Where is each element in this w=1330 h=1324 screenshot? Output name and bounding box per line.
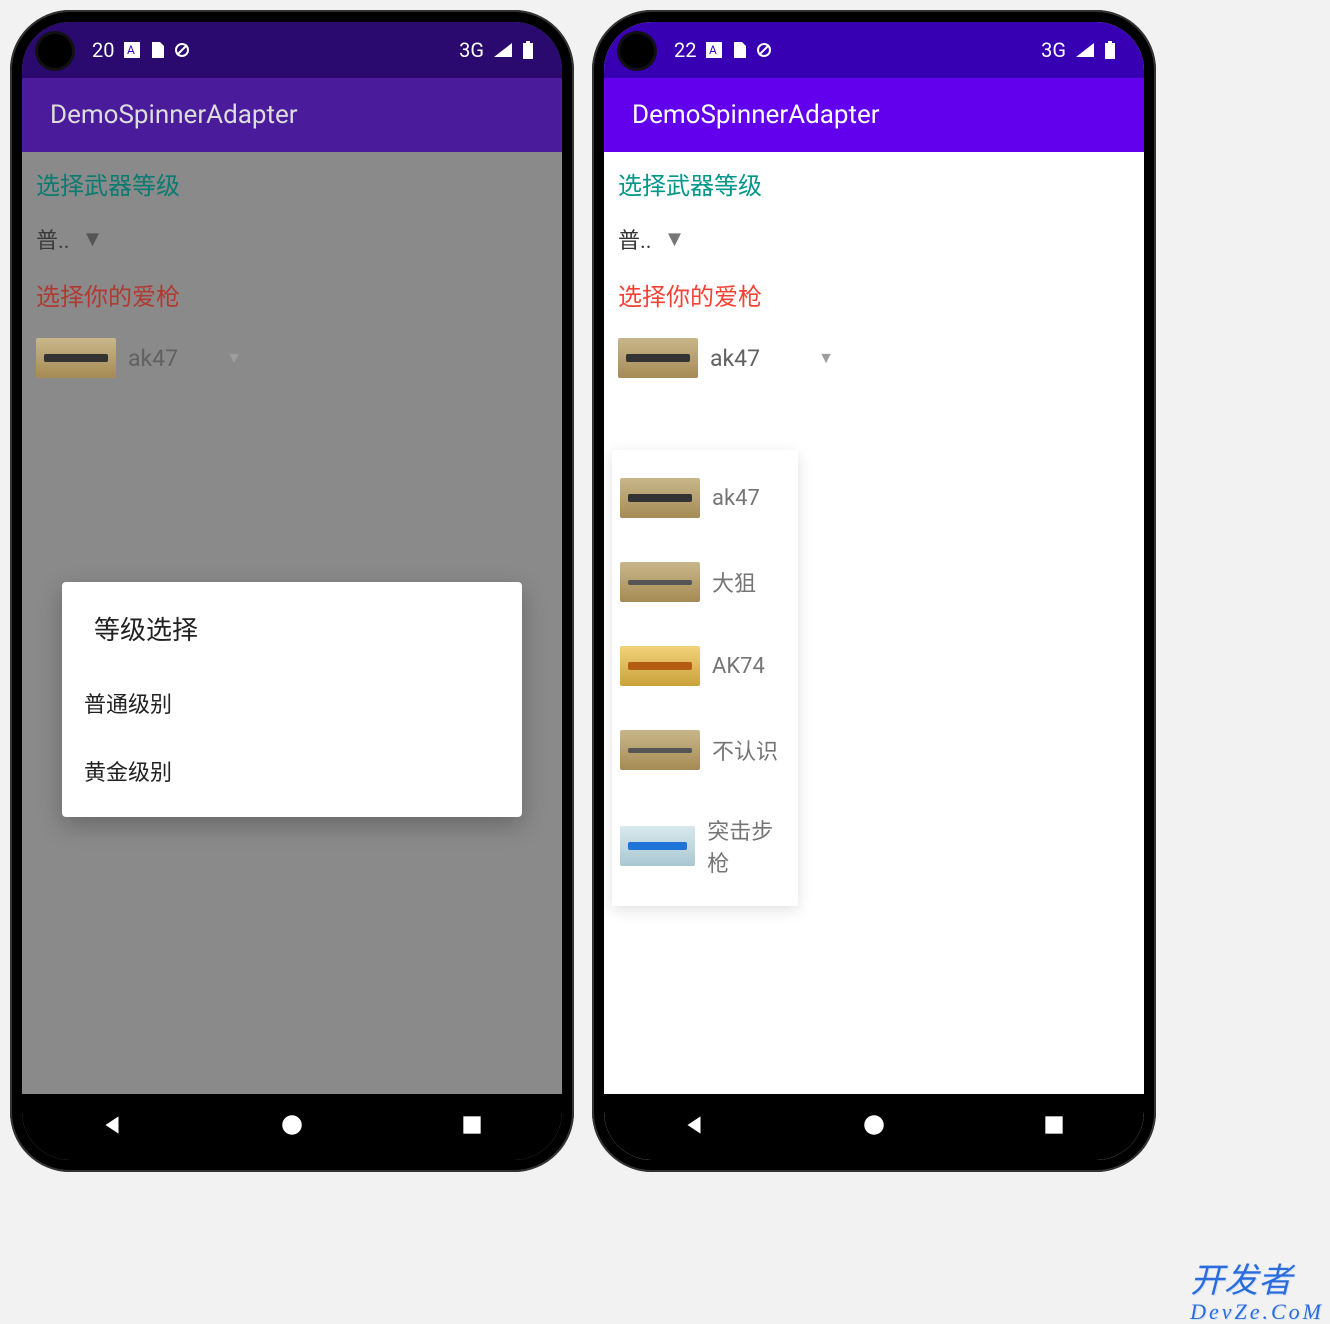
- status-bar: 22 A 3G: [604, 22, 1144, 78]
- nav-back-icon[interactable]: [681, 1112, 707, 1142]
- phone-right: 22 A 3G DemoSpinnerAdapter 选择武器等级: [592, 10, 1156, 1172]
- spinner-gun-value: ak47: [128, 345, 178, 372]
- app-title: DemoSpinnerAdapter: [50, 100, 298, 130]
- nav-recent-icon[interactable]: [1041, 1112, 1067, 1142]
- label-your-gun: 选择你的爱枪: [32, 259, 552, 330]
- nav-recent-icon[interactable]: [459, 1112, 485, 1142]
- nav-home-icon[interactable]: [279, 1112, 305, 1142]
- gun-name-label: AK74: [712, 654, 765, 679]
- signal-icon: [494, 43, 512, 57]
- android-nav-bar: [604, 1094, 1144, 1160]
- content-area: 选择武器等级 普.. ▼ 选择你的爱枪 ak47 ▼: [604, 152, 1144, 1094]
- sd-card-icon: [150, 42, 164, 58]
- label-your-gun: 选择你的爱枪: [614, 259, 1134, 330]
- gun-thumb-icon: [620, 478, 700, 518]
- phone-left: 20 A 3G DemoSpinnerAdapter 选择武器等级: [10, 10, 574, 1172]
- do-not-disturb-icon: [174, 42, 190, 58]
- status-clock: 20: [92, 38, 114, 62]
- watermark: 开发者 DevZe.CoM: [1190, 1253, 1324, 1322]
- chevron-down-icon: ▼: [818, 348, 848, 368]
- spinner-weapon-level[interactable]: 普.. ▼: [614, 219, 732, 259]
- network-label: 3G: [1041, 38, 1066, 62]
- watermark-line2: DevZe.CoM: [1190, 1302, 1324, 1322]
- dialog-level-select: 等级选择 普通级别 黄金级别: [62, 582, 522, 817]
- svg-text:A: A: [127, 43, 135, 57]
- spinner-level-value: 普..: [618, 223, 652, 255]
- dialog-title: 等级选择: [80, 606, 504, 669]
- gun-thumb-icon: [618, 338, 698, 378]
- gun-thumb-icon: [620, 826, 695, 866]
- chevron-down-icon: ▼: [82, 226, 104, 252]
- gun-thumb-icon: [620, 562, 700, 602]
- gun-name-label: ak47: [712, 486, 760, 511]
- gun-thumb-icon: [620, 646, 700, 686]
- sd-card-icon: [732, 42, 746, 58]
- chevron-down-icon: ▼: [664, 226, 686, 252]
- nav-home-icon[interactable]: [861, 1112, 887, 1142]
- content-area: 选择武器等级 普.. ▼ 选择你的爱枪 ak47 ▼ 等级选择 普通级别: [22, 152, 562, 1094]
- gun-name-label: 大狙: [712, 566, 756, 598]
- app-bar: DemoSpinnerAdapter: [22, 78, 562, 152]
- dropdown-gun-list: ak47 大狙 AK74 不认识: [612, 450, 798, 906]
- svg-text:A: A: [709, 43, 717, 57]
- spinner-gun[interactable]: ak47 ▼: [614, 330, 852, 386]
- status-icon-a: A: [124, 42, 140, 58]
- dropdown-item[interactable]: 大狙: [612, 540, 798, 624]
- battery-icon: [522, 41, 534, 59]
- gun-thumb-icon: [36, 338, 116, 378]
- status-clock: 22: [674, 38, 696, 62]
- android-nav-bar: [22, 1094, 562, 1160]
- app-bar: DemoSpinnerAdapter: [604, 78, 1144, 152]
- spinner-level-value: 普..: [36, 223, 70, 255]
- gun-name-label: 不认识: [712, 734, 778, 766]
- battery-icon: [1104, 41, 1116, 59]
- gun-thumb-icon: [620, 730, 700, 770]
- gun-name-label: 突击步枪: [707, 814, 790, 878]
- dialog-item-normal[interactable]: 普通级别: [80, 669, 504, 737]
- network-label: 3G: [459, 38, 484, 62]
- status-bar: 20 A 3G: [22, 22, 562, 78]
- dropdown-item[interactable]: ak47: [612, 456, 798, 540]
- chevron-down-icon: ▼: [226, 348, 256, 368]
- status-icon-a: A: [706, 42, 722, 58]
- dropdown-item[interactable]: AK74: [612, 624, 798, 708]
- spinner-gun-value: ak47: [710, 345, 760, 372]
- do-not-disturb-icon: [756, 42, 772, 58]
- camera-cutout: [38, 34, 72, 68]
- spinner-weapon-level[interactable]: 普.. ▼: [32, 219, 150, 259]
- spinner-gun[interactable]: ak47 ▼: [32, 330, 260, 386]
- dialog-item-gold[interactable]: 黄金级别: [80, 737, 504, 805]
- label-weapon-level: 选择武器等级: [614, 162, 1134, 219]
- label-weapon-level: 选择武器等级: [32, 162, 552, 219]
- dropdown-item[interactable]: 突击步枪: [612, 792, 798, 900]
- app-title: DemoSpinnerAdapter: [632, 100, 880, 130]
- nav-back-icon[interactable]: [99, 1112, 125, 1142]
- dropdown-item[interactable]: 不认识: [612, 708, 798, 792]
- watermark-line1: 开发者: [1190, 1263, 1292, 1300]
- signal-icon: [1076, 43, 1094, 57]
- camera-cutout: [620, 34, 654, 68]
